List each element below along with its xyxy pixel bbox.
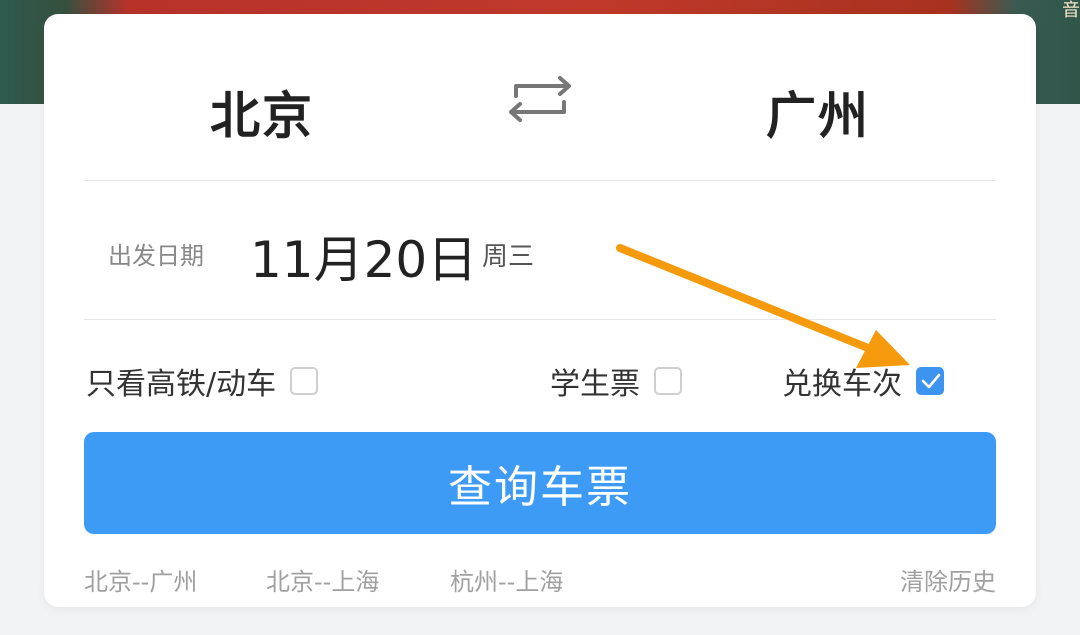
- high-speed-checkbox[interactable]: [290, 367, 319, 395]
- clear-history-link[interactable]: 清除历史: [900, 562, 996, 597]
- history-item[interactable]: 杭州--上海: [450, 562, 563, 597]
- divider: [84, 319, 996, 320]
- departure-city[interactable]: 北京: [210, 76, 314, 148]
- search-tickets-button[interactable]: 查询车票: [84, 432, 996, 534]
- date-label: 出发日期: [108, 242, 204, 270]
- banner-text: 音: [1062, 0, 1080, 21]
- option-label: 只看高铁/动车: [86, 367, 277, 402]
- option-high-speed-only[interactable]: 只看高铁/动车: [86, 359, 319, 403]
- history-item[interactable]: 北京--上海: [266, 562, 379, 597]
- option-student-ticket[interactable]: 学生票: [550, 359, 682, 403]
- divider: [84, 180, 996, 181]
- ticket-search-card: 北京 广州 出发日期 11月20日 周三 只看高铁/动车 学生票 兑换车次 查询…: [44, 14, 1036, 607]
- swap-arrows-icon[interactable]: [502, 74, 578, 126]
- date-value[interactable]: 11月20日: [250, 220, 477, 292]
- checkmark-icon: [921, 373, 941, 389]
- option-label: 兑换车次: [782, 367, 902, 402]
- redeem-train-checkbox[interactable]: [916, 367, 944, 395]
- arrival-city[interactable]: 广州: [766, 76, 870, 148]
- weekday-label: 周三: [482, 242, 535, 272]
- student-ticket-checkbox[interactable]: [654, 367, 682, 395]
- option-redeem-train[interactable]: 兑换车次: [782, 359, 944, 403]
- option-label: 学生票: [550, 367, 640, 402]
- history-item[interactable]: 北京--广州: [84, 562, 197, 597]
